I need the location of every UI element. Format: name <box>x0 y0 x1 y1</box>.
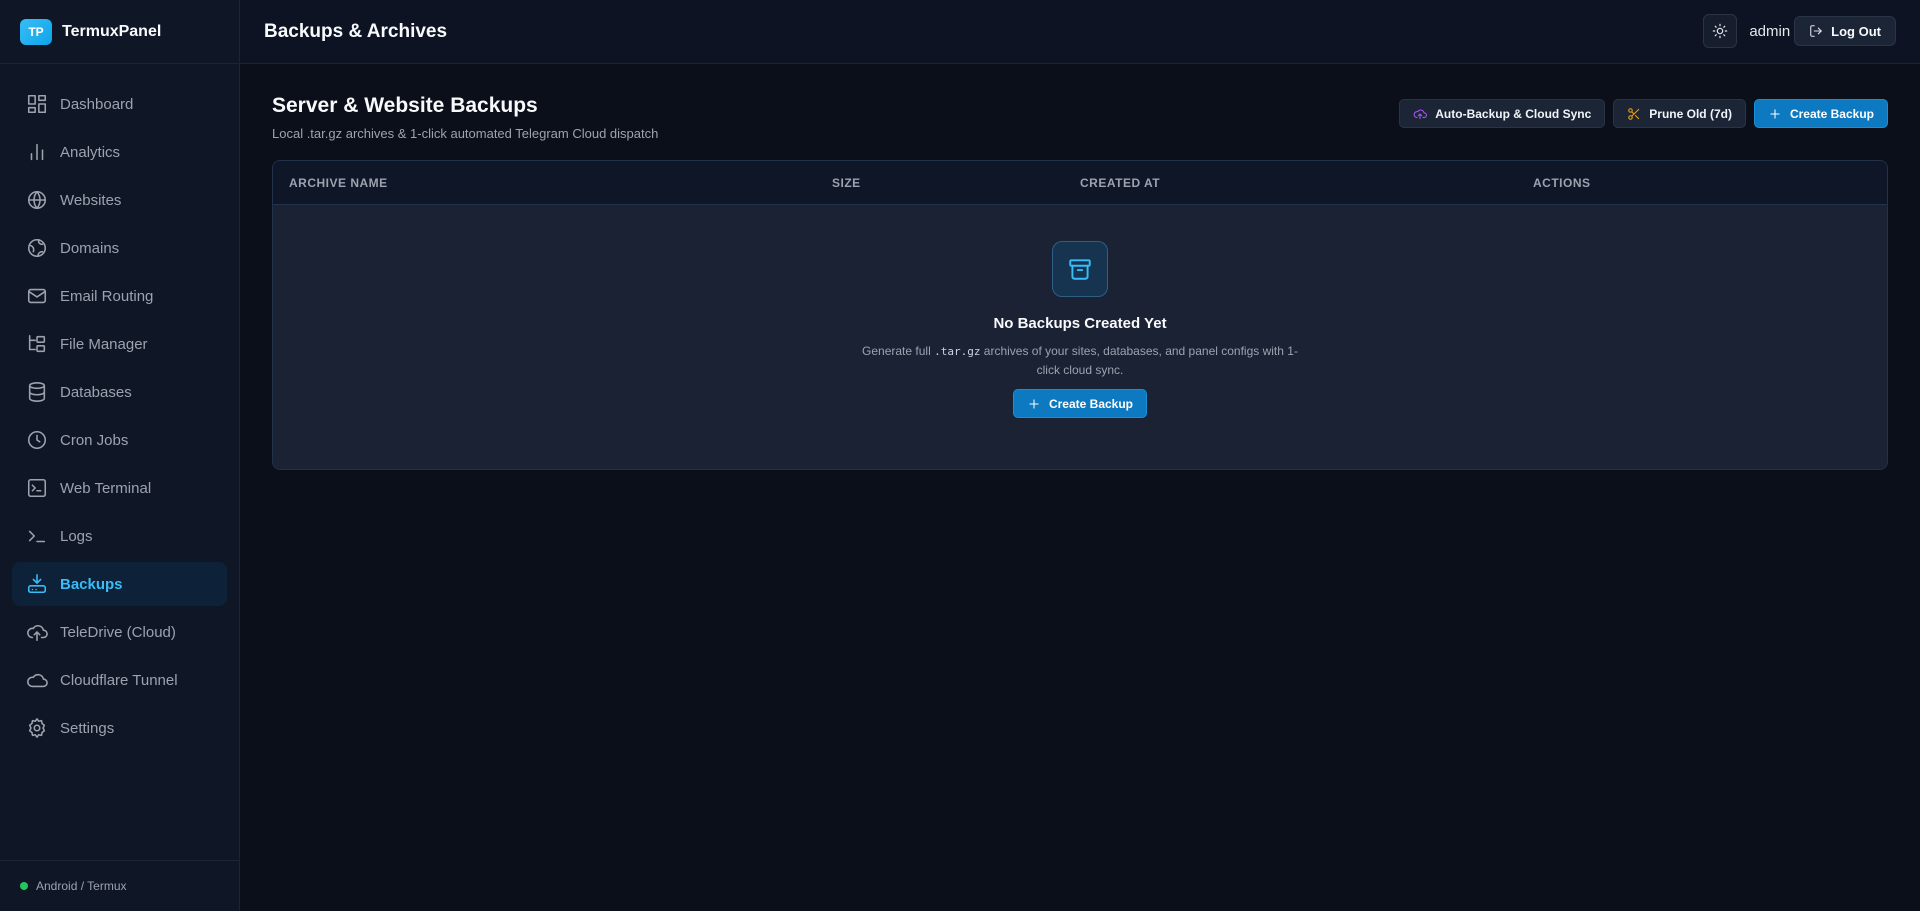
column-actions: ACTIONS <box>1533 176 1591 190</box>
plus-icon <box>1029 398 1039 409</box>
sidebar-nav: Dashboard Analytics Websites Domains Ema… <box>0 64 239 750</box>
sidebar-item-label: Dashboard <box>60 95 134 113</box>
column-size[interactable]: SIZE <box>832 176 861 190</box>
empty-desc-part: Generate full <box>862 344 935 358</box>
sidebar-item-email-routing[interactable]: Email Routing <box>12 274 227 318</box>
logout-label: Log Out <box>1831 23 1881 39</box>
page-title: Backups & Archives <box>264 20 448 42</box>
sidebar-item-label: Logs <box>60 527 93 545</box>
topbar-actions: admin Log Out <box>1703 14 1896 48</box>
sidebar-item-label: Cloudflare Tunnel <box>60 671 178 689</box>
empty-state-description: Generate full .tar.gz archives of your s… <box>860 342 1300 379</box>
theme-toggle-button[interactable] <box>1703 14 1738 48</box>
gear-icon <box>26 717 48 739</box>
plus-icon <box>1770 108 1780 119</box>
sun-icon <box>1713 23 1728 39</box>
platform-status: Android / Termux <box>0 860 239 911</box>
sidebar-item-cron-jobs[interactable]: Cron Jobs <box>12 418 227 462</box>
empty-desc-part: archives of your sites, databases, and p… <box>980 344 1298 377</box>
folder-tree-icon <box>26 333 48 355</box>
create-backup-button[interactable]: Create Backup <box>1753 99 1888 128</box>
cloud-sync-icon <box>1413 109 1428 119</box>
brand-name: TermuxPanel <box>62 22 162 40</box>
sidebar-item-label: Domains <box>60 239 120 257</box>
sidebar-item-label: Web Terminal <box>60 479 152 497</box>
brand-logo: TP <box>20 18 52 45</box>
table-header: ARCHIVE NAME SIZE CREATED AT ACTIONS <box>273 161 1887 205</box>
analytics-icon <box>26 141 48 163</box>
dashboard-icon <box>26 93 48 115</box>
column-created-at[interactable]: CREATED AT <box>1080 176 1160 190</box>
sidebar-item-label: TeleDrive (Cloud) <box>60 623 176 641</box>
sidebar-item-settings[interactable]: Settings <box>12 706 227 750</box>
empty-desc-code: .tar.gz <box>934 345 981 358</box>
sidebar-item-file-manager[interactable]: File Manager <box>12 322 227 366</box>
sidebar-item-web-terminal[interactable]: Web Terminal <box>12 466 227 510</box>
hard-drive-download-icon <box>26 573 48 595</box>
brand[interactable]: TP TermuxPanel <box>0 0 239 64</box>
sidebar-item-label: File Manager <box>60 335 148 353</box>
sidebar-item-analytics[interactable]: Analytics <box>12 130 227 174</box>
logout-button[interactable]: Log Out <box>1794 16 1896 46</box>
sidebar-item-label: Websites <box>60 191 122 209</box>
empty-create-backup-button[interactable]: Create Backup <box>1012 389 1148 418</box>
globe-icon <box>26 189 48 211</box>
archive-box-icon <box>1052 241 1108 297</box>
backup-actions: Auto-Backup & Cloud Sync Prune Old (7d) … <box>1391 99 1888 128</box>
empty-create-backup-label: Create Backup <box>1048 396 1134 411</box>
terminal-square-icon <box>26 477 48 499</box>
topbar: Backups & Archives admin Log Out <box>240 0 1920 64</box>
domain-globe-icon <box>26 237 48 259</box>
cloud-upload-icon <box>26 621 48 643</box>
sidebar-item-logs[interactable]: Logs <box>12 514 227 558</box>
sidebar-item-dashboard[interactable]: Dashboard <box>12 82 227 126</box>
current-user: admin <box>1749 22 1791 40</box>
prune-old-button[interactable]: Prune Old (7d) <box>1613 99 1746 128</box>
sidebar-item-databases[interactable]: Databases <box>12 370 227 414</box>
sidebar-item-label: Settings <box>60 719 115 737</box>
sidebar-item-websites[interactable]: Websites <box>12 178 227 222</box>
terminal-prompt-icon <box>26 525 48 547</box>
create-backup-label: Create Backup <box>1789 106 1874 121</box>
sidebar-item-label: Backups <box>60 575 123 593</box>
sidebar-item-domains[interactable]: Domains <box>12 226 227 270</box>
sidebar-item-backups[interactable]: Backups <box>12 562 227 606</box>
scissors-icon <box>1628 107 1640 120</box>
section-subtitle: Local .tar.gz archives & 1-click automat… <box>272 126 659 141</box>
logout-icon <box>1810 25 1822 37</box>
sidebar-item-label: Cron Jobs <box>60 431 129 449</box>
mail-icon <box>26 285 48 307</box>
sidebar: TP TermuxPanel Dashboard Analytics Websi… <box>0 0 240 911</box>
empty-state-title: No Backups Created Yet <box>993 315 1167 332</box>
auto-backup-label: Auto-Backup & Cloud Sync <box>1435 106 1592 121</box>
status-dot <box>20 882 28 890</box>
cloud-icon <box>26 669 48 691</box>
empty-state: No Backups Created Yet Generate full .ta… <box>273 241 1887 418</box>
table-body: No Backups Created Yet Generate full .ta… <box>273 205 1887 469</box>
clock-icon <box>26 429 48 451</box>
sidebar-item-label: Email Routing <box>60 287 154 305</box>
sidebar-item-cloudflare-tunnel[interactable]: Cloudflare Tunnel <box>12 658 227 702</box>
platform-label: Android / Termux <box>36 879 127 893</box>
backups-table: ARCHIVE NAME SIZE CREATED AT ACTIONS No … <box>272 160 1888 470</box>
database-icon <box>26 381 48 403</box>
sidebar-item-label: Databases <box>60 383 132 401</box>
column-archive-name[interactable]: ARCHIVE NAME <box>289 176 388 190</box>
prune-old-label: Prune Old (7d) <box>1649 106 1732 121</box>
main-content: Server & Website Backups Local .tar.gz a… <box>272 94 1888 470</box>
auto-backup-button[interactable]: Auto-Backup & Cloud Sync <box>1399 99 1606 128</box>
sidebar-item-label: Analytics <box>60 143 121 161</box>
sidebar-item-teledrive[interactable]: TeleDrive (Cloud) <box>12 610 227 654</box>
